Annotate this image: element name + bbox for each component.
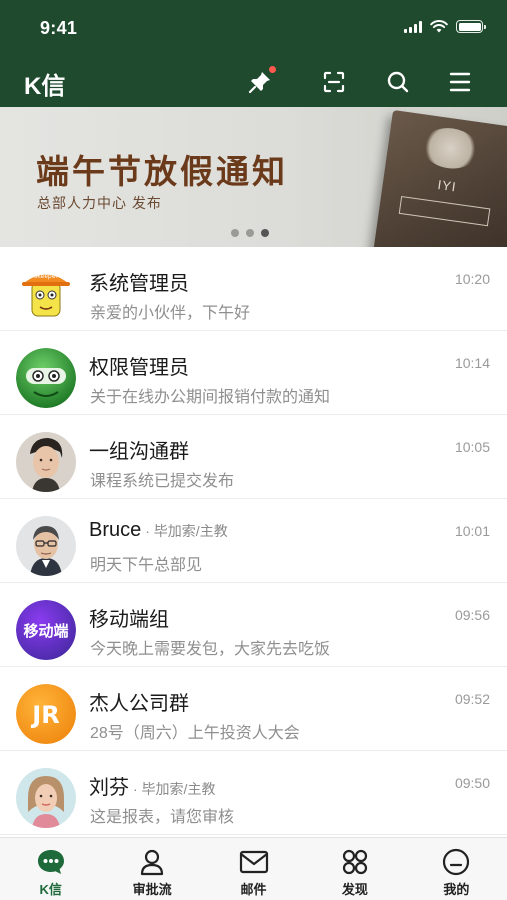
bottom-tab-bar: K信 审批流 邮件 发现 我的 <box>0 837 507 900</box>
tab-label: 邮件 <box>240 882 267 897</box>
avatar <box>16 516 76 576</box>
cellular-signal-icon <box>404 20 422 33</box>
chat-name: 移动端组 <box>89 609 169 631</box>
wifi-icon <box>430 20 448 33</box>
notice-banner[interactable]: 端午节放假通知 总部人力中心 发布 IYI <box>0 107 507 247</box>
tab-approval[interactable]: 审批流 <box>101 838 202 900</box>
app-title: K信 <box>24 73 66 100</box>
chat-time: 09:56 <box>454 607 490 623</box>
pin-icon[interactable] <box>246 66 276 96</box>
notification-dot <box>269 66 276 73</box>
chat-preview: 28号（周六）上午投资人大会 <box>90 725 300 742</box>
tree-logo-image <box>419 124 481 173</box>
chat-time: 09:52 <box>454 691 490 707</box>
chat-time: 10:05 <box>454 439 490 455</box>
chat-name: 一组沟通群 <box>89 441 189 463</box>
svg-text:JR: JR <box>30 701 59 729</box>
carousel-dot[interactable] <box>246 229 254 237</box>
status-bar: 9:41 <box>0 0 507 50</box>
chat-name: 系统管理员 <box>89 273 189 295</box>
user-icon <box>136 847 168 877</box>
avatar: JR <box>16 684 76 744</box>
chat-item[interactable]: 移动端 移动端组 今天晚上需要发包，大家先去吃饭 09:56 <box>0 583 507 667</box>
avatar <box>16 432 76 492</box>
chat-list: skeeper 系统管理员 亲爱的小伙伴，下午好 10:20 权限管理员 关于在… <box>0 247 507 835</box>
chat-preview: 亲爱的小伙伴，下午好 <box>90 305 251 322</box>
status-time: 9:41 <box>40 18 78 38</box>
chat-preview: 课程系统已提交发布 <box>90 473 235 490</box>
tab-label: 我的 <box>443 882 470 897</box>
chat-item[interactable]: 一组沟通群 课程系统已提交发布 10:05 <box>0 415 507 499</box>
face-icon <box>440 847 472 877</box>
banner-signboard-image: IYI <box>372 109 507 247</box>
avatar: skeeper <box>16 264 76 324</box>
chat-item[interactable]: skeeper 系统管理员 亲爱的小伙伴，下午好 10:20 <box>0 247 507 331</box>
carousel-dots[interactable] <box>231 229 269 237</box>
chat-name: 刘芬 · 毕加索/主教 <box>89 777 216 799</box>
tab-kxin[interactable]: K信 <box>0 838 101 900</box>
chat-preview: 今天晚上需要发包，大家先去吃饭 <box>90 641 331 658</box>
chat-name: 权限管理员 <box>89 357 189 379</box>
chat-time: 10:14 <box>454 355 490 371</box>
chat-name: Bruce · 毕加索/主教 <box>89 519 228 541</box>
chat-time: 10:01 <box>454 523 490 539</box>
banner-title: 端午节放假通知 <box>36 155 288 191</box>
tab-label: K信 <box>39 882 62 897</box>
sign-lettering: IYI <box>436 176 458 195</box>
chat-preview: 关于在线办公期间报销付款的通知 <box>90 389 331 406</box>
svg-text:移动端: 移动端 <box>23 622 68 640</box>
menu-icon[interactable] <box>446 68 474 96</box>
svg-text:skeeper: skeeper <box>34 273 58 280</box>
tab-mail[interactable]: 邮件 <box>203 838 304 900</box>
chat-item[interactable]: JR 杰人公司群 28号（周六）上午投资人大会 09:52 <box>0 667 507 751</box>
status-icons <box>404 20 486 33</box>
tab-discover[interactable]: 发现 <box>304 838 405 900</box>
avatar <box>16 348 76 408</box>
chat-preview: 这是报表，请您审核 <box>90 809 235 826</box>
chat-time: 09:50 <box>454 775 490 791</box>
chat-name: 杰人公司群 <box>89 693 189 715</box>
chat-time: 10:20 <box>454 271 490 287</box>
app-header: 9:41 K信 <box>0 0 507 107</box>
chat-bubble-icon <box>35 847 67 877</box>
chat-item[interactable]: 刘芬 · 毕加索/主教 这是报表，请您审核 09:50 <box>0 751 507 835</box>
tab-label: 审批流 <box>132 882 172 897</box>
search-icon[interactable] <box>384 68 412 96</box>
chat-item[interactable]: 权限管理员 关于在线办公期间报销付款的通知 10:14 <box>0 331 507 415</box>
tab-me[interactable]: 我的 <box>406 838 507 900</box>
chat-item[interactable]: Bruce · 毕加索/主教 明天下午总部见 10:01 <box>0 499 507 583</box>
battery-icon <box>456 20 486 33</box>
avatar: 移动端 <box>16 600 76 660</box>
banner-subtitle: 总部人力中心 发布 <box>37 195 162 211</box>
sign-plaque <box>398 195 491 227</box>
grid-icon <box>339 847 371 877</box>
avatar <box>16 768 76 828</box>
mail-icon <box>238 847 270 877</box>
scan-icon[interactable] <box>320 68 348 96</box>
chat-preview: 明天下午总部见 <box>90 557 203 574</box>
nav-bar: K信 <box>0 58 507 104</box>
carousel-dot-active[interactable] <box>261 229 269 237</box>
carousel-dot[interactable] <box>231 229 239 237</box>
tab-label: 发现 <box>341 882 368 897</box>
